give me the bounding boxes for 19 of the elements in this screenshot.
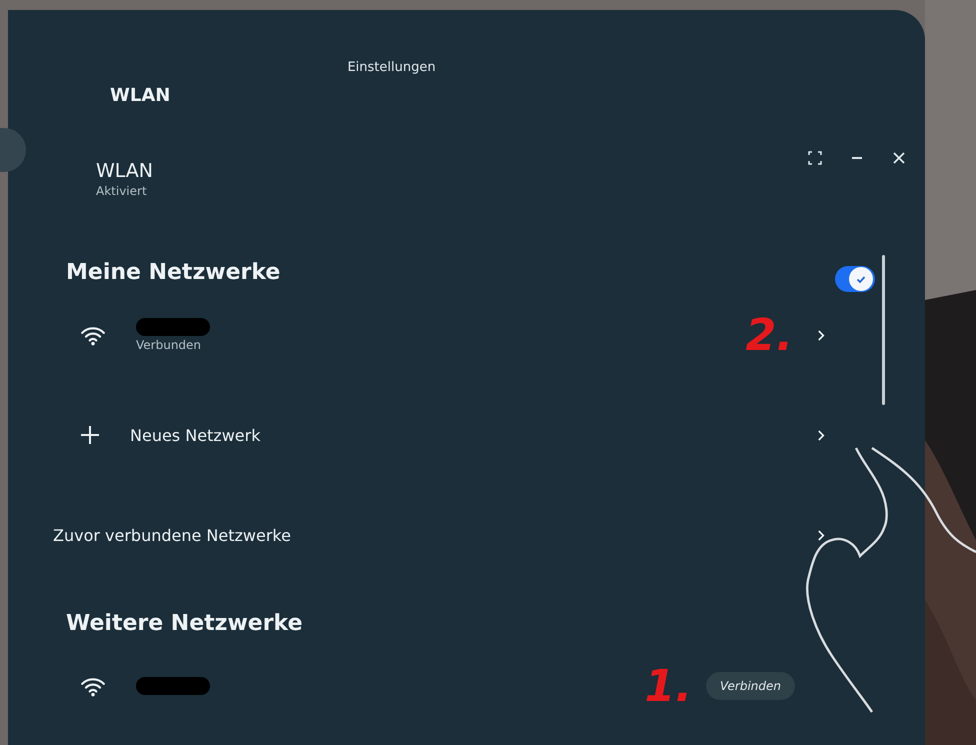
fullscreen-icon[interactable] (807, 150, 823, 166)
section-title: Meine Netzwerke (66, 260, 280, 285)
plus-icon (80, 425, 100, 445)
window-title: Einstellungen (347, 60, 436, 75)
close-icon[interactable] (891, 150, 907, 166)
wifi-icon (80, 675, 106, 697)
connect-button[interactable]: Verbinden (706, 672, 795, 700)
scrollbar[interactable] (882, 255, 885, 405)
wifi-toggle[interactable] (835, 266, 875, 292)
previous-networks-label[interactable]: Zuvor verbundene Netzwerke (53, 526, 291, 544)
add-network-label[interactable]: Neues Netzwerk (130, 426, 260, 444)
section-title: Weitere Netzwerke (66, 611, 303, 636)
annotation-number: 1. (644, 660, 692, 712)
wifi-icon (80, 324, 106, 346)
network-status: Verbunden (136, 338, 202, 352)
wifi-label: WLAN (96, 160, 154, 182)
wifi-status: Aktiviert (96, 184, 147, 198)
annotation-number: 2. (746, 310, 793, 360)
page-heading: WLAN (109, 85, 172, 106)
